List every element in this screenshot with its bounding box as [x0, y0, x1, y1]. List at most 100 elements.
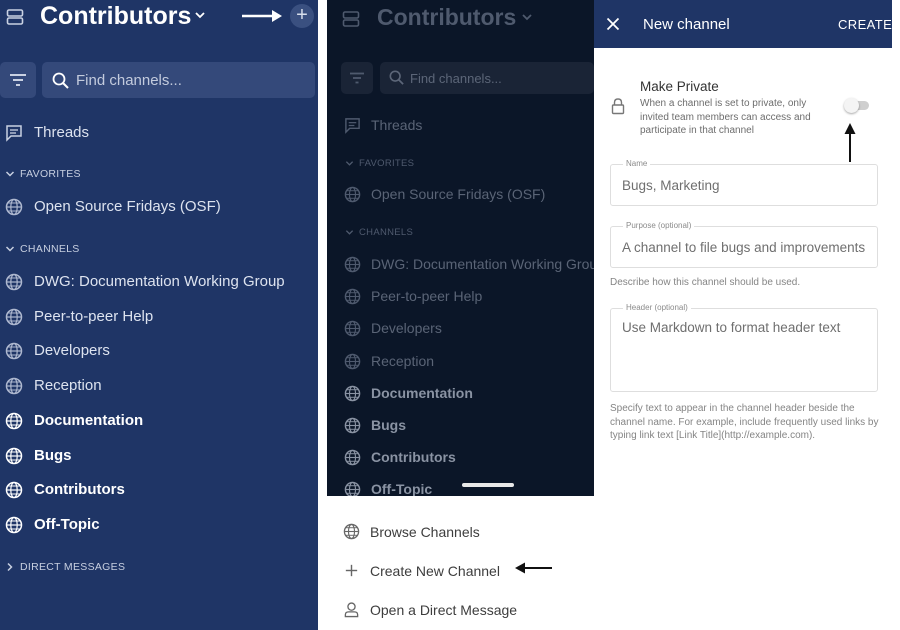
channel-label: Developers — [371, 320, 442, 337]
globe-icon — [5, 377, 23, 395]
globe-icon — [344, 186, 361, 203]
header-field-label: Header (optional) — [623, 303, 691, 312]
globe-icon — [344, 288, 361, 305]
server-icon — [342, 11, 360, 27]
dimmed-sidebar-panel: Contributors Threads FAVORITES Open Sour… — [327, 0, 594, 630]
channel-label: Open Source Fridays (OSF) — [371, 186, 546, 202]
sidebar-item-threads[interactable]: Threads — [0, 118, 318, 148]
chevron-down-icon — [345, 230, 354, 235]
sidebar-channel-item[interactable]: DWG: Documentation Working Group — [0, 267, 318, 297]
plus-icon — [345, 564, 358, 577]
threads-icon — [345, 118, 360, 134]
threads-icon — [6, 125, 22, 142]
channel-label: Peer-to-peer Help — [34, 307, 154, 325]
globe-icon — [344, 385, 361, 402]
sidebar-channel-item[interactable]: Off-Topic — [0, 510, 318, 540]
open-direct-message-label: Open a Direct Message — [370, 602, 518, 618]
lock-icon — [611, 98, 625, 115]
globe-icon — [5, 412, 23, 430]
team-name[interactable]: Contributors — [40, 2, 191, 31]
purpose-field[interactable]: Purpose (optional) — [610, 221, 878, 268]
sidebar-channel-item[interactable]: Bugs — [0, 441, 318, 471]
sidebar-channel-item[interactable]: Bugs — [327, 412, 594, 438]
section-label: FAVORITES — [359, 158, 415, 169]
header-input[interactable] — [622, 320, 872, 386]
chevron-down-icon[interactable] — [194, 8, 206, 24]
channel-actions-sheet: Browse Channels Create New Channel Open … — [327, 496, 594, 630]
chevron-down-icon — [345, 161, 354, 166]
globe-icon — [344, 353, 361, 369]
sidebar-channel-item[interactable]: Contributors — [0, 475, 318, 505]
create-button[interactable]: CREATE — [838, 17, 892, 32]
add-channel-button[interactable]: + — [290, 4, 314, 28]
sidebar-panel: Contributors + Threads F — [0, 0, 318, 630]
filter-button[interactable] — [0, 62, 36, 98]
channel-label: Documentation — [371, 384, 473, 401]
sidebar-channel-item[interactable]: Contributors — [327, 444, 594, 470]
sidebar-channel-item[interactable]: Peer-to-peer Help — [0, 302, 318, 332]
new-channel-panel: New channel CREATE Make Private When a c… — [594, 0, 892, 630]
channel-label: Reception — [34, 377, 102, 395]
globe-icon — [5, 273, 23, 291]
sidebar-item-label: Threads — [371, 117, 423, 133]
filter-button — [341, 62, 373, 94]
sidebar-channel-item[interactable]: Open Source Fridays (OSF) — [0, 192, 318, 222]
server-icon[interactable] — [6, 9, 24, 25]
section-label: CHANNELS — [359, 227, 414, 238]
purpose-help-text: Describe how this channel should be used… — [610, 277, 801, 288]
channel-label: Developers — [34, 342, 110, 360]
channel-label: Contributors — [371, 449, 456, 466]
globe-icon — [343, 523, 360, 540]
channel-label: Open Source Fridays (OSF) — [34, 198, 221, 215]
create-new-channel-label: Create New Channel — [370, 563, 500, 579]
sidebar-channel-item[interactable]: DWG: Documentation Working Group — [327, 251, 594, 277]
channel-search[interactable] — [42, 62, 315, 98]
browse-channels-label: Browse Channels — [370, 524, 480, 540]
search-icon — [389, 70, 404, 85]
left-arrow-icon — [515, 562, 552, 574]
globe-icon — [344, 256, 361, 273]
make-private-description: When a channel is set to private, only i… — [640, 98, 811, 136]
person-icon — [344, 602, 359, 618]
filter-icon — [350, 72, 364, 84]
sidebar-channel-item[interactable]: Open Source Fridays (OSF) — [327, 181, 594, 207]
favorites-section[interactable]: FAVORITES — [0, 164, 318, 184]
direct-messages-section[interactable]: DIRECT MESSAGES — [0, 557, 318, 577]
channel-label: Off-Topic — [371, 481, 433, 498]
name-field[interactable]: Name — [610, 159, 878, 206]
browse-channels-button[interactable]: Browse Channels — [327, 517, 594, 547]
globe-icon — [5, 516, 23, 534]
make-private-title: Make Private — [640, 79, 719, 94]
channel-search — [380, 62, 594, 94]
sidebar-channel-item[interactable]: Documentation — [327, 380, 594, 406]
header-field[interactable]: Header (optional) — [610, 303, 878, 392]
purpose-input[interactable] — [622, 227, 872, 267]
globe-icon — [5, 198, 23, 216]
sidebar-item-label: Threads — [34, 124, 90, 141]
search-input[interactable] — [76, 62, 308, 98]
sidebar-header: Contributors + — [0, 0, 318, 34]
open-direct-message-button[interactable]: Open a Direct Message — [327, 595, 594, 625]
page-title: New channel — [643, 16, 730, 33]
chevron-right-icon — [7, 562, 13, 572]
channel-label: Documentation — [34, 411, 144, 429]
sidebar-channel-item[interactable]: Reception — [0, 371, 318, 401]
channels-section[interactable]: CHANNELS — [0, 239, 318, 259]
sidebar-item-threads: Threads — [327, 112, 594, 138]
channel-label: Reception — [371, 352, 435, 369]
sheet-drag-handle[interactable] — [462, 483, 514, 487]
sidebar-channel-item[interactable]: Developers — [0, 336, 318, 366]
make-private-toggle[interactable] — [844, 98, 869, 113]
sidebar-channel-item[interactable]: Documentation — [0, 406, 318, 436]
sidebar-channel-item[interactable]: Reception — [327, 348, 594, 374]
sidebar-channel-item[interactable]: Peer-to-peer Help — [327, 283, 594, 309]
globe-icon — [344, 449, 361, 466]
sidebar-channel-item[interactable]: Developers — [327, 315, 594, 341]
channels-section: CHANNELS — [327, 224, 594, 242]
name-input[interactable] — [622, 165, 872, 205]
team-name: Contributors — [377, 4, 517, 30]
channel-label: DWG: Documentation Working Group — [371, 256, 594, 272]
chevron-down-icon — [5, 171, 15, 177]
search-icon — [52, 72, 69, 89]
close-icon[interactable] — [606, 17, 620, 31]
